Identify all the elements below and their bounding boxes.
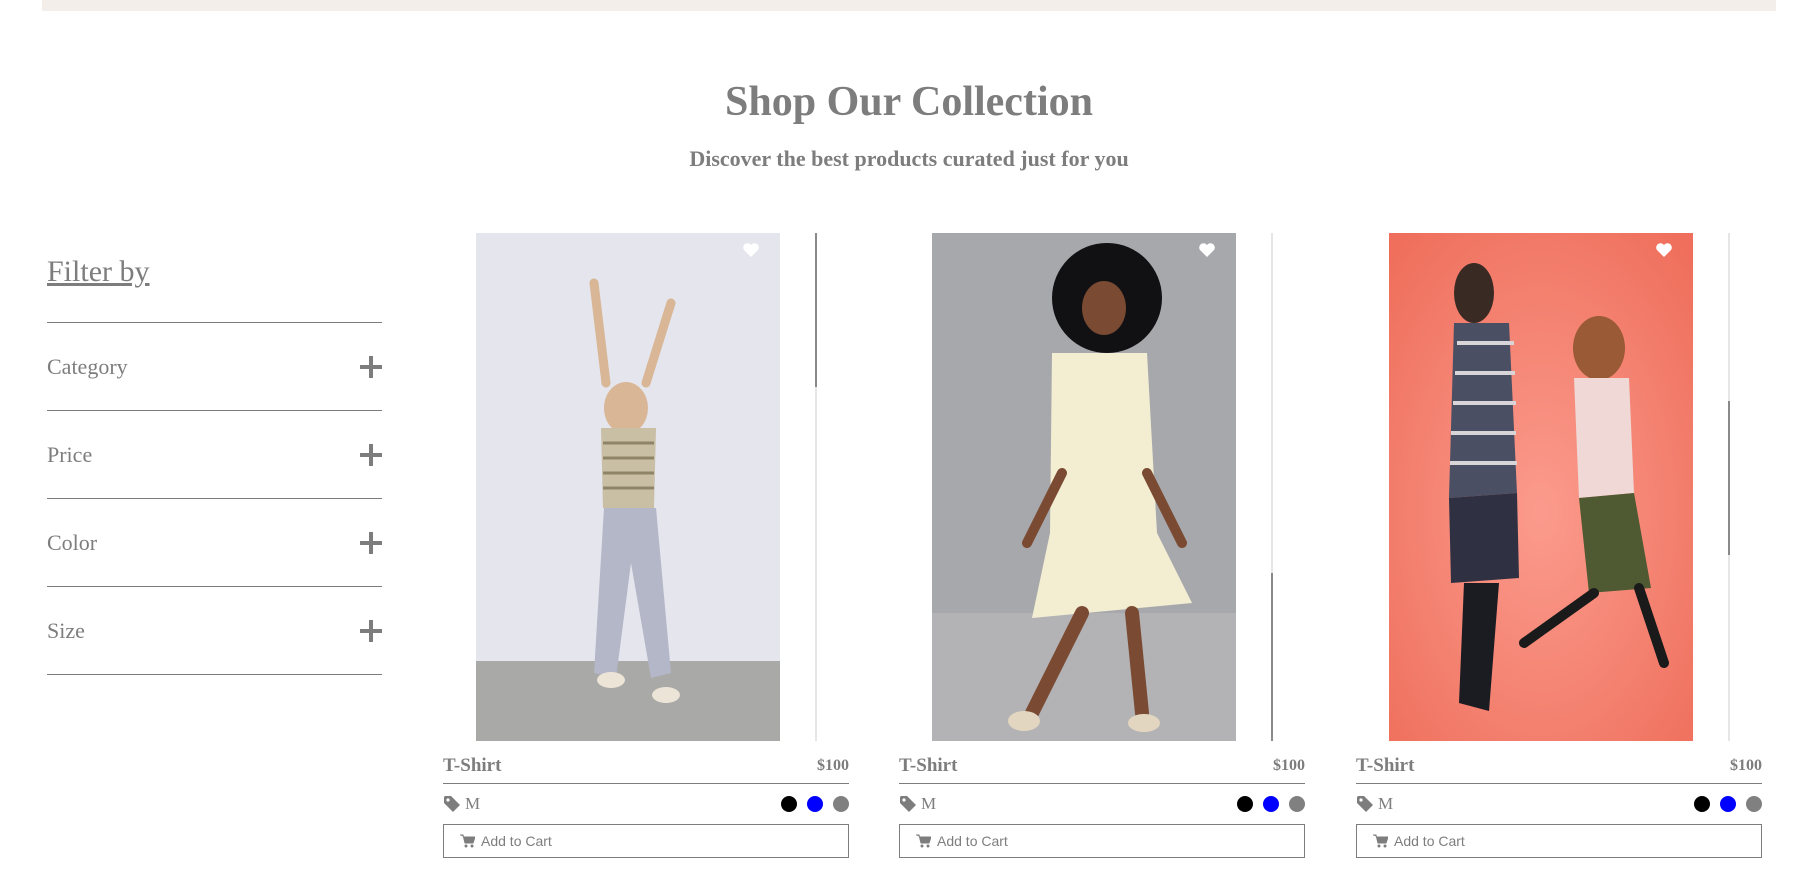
swatch-grey[interactable] xyxy=(833,796,849,812)
filter-sidebar: Filter by Category Price Color Size xyxy=(47,252,382,675)
product-card: T-Shirt $100 M Add to Cart xyxy=(1356,233,1762,858)
tag-icon xyxy=(1357,796,1373,812)
heart-icon[interactable] xyxy=(1655,242,1673,258)
swatch-black[interactable] xyxy=(1694,796,1710,812)
filter-color-label: Color xyxy=(47,529,98,555)
swatch-blue[interactable] xyxy=(1263,796,1279,812)
product-name-row: T-Shirt $100 xyxy=(443,749,849,784)
color-swatches xyxy=(1694,796,1762,812)
size-info: M xyxy=(1356,794,1393,814)
add-to-cart-label: Add to Cart xyxy=(481,833,552,849)
tag-icon xyxy=(444,796,460,812)
filter-title: Filter by xyxy=(47,255,150,288)
swatch-blue[interactable] xyxy=(1720,796,1736,812)
product-meta-row: M xyxy=(1356,784,1762,824)
add-to-cart-button[interactable]: Add to Cart xyxy=(899,824,1305,858)
swatch-grey[interactable] xyxy=(1746,796,1762,812)
product-card: T-Shirt $100 M Add to Cart xyxy=(443,233,849,858)
color-swatches xyxy=(1237,796,1305,812)
product-meta-row: M xyxy=(899,784,1305,824)
filter-list: Category Price Color Size xyxy=(47,322,382,675)
filter-size[interactable]: Size xyxy=(47,587,382,675)
product-image[interactable] xyxy=(1389,233,1693,741)
add-to-cart-label: Add to Cart xyxy=(937,833,1008,849)
image-scrollbar[interactable] xyxy=(1271,233,1273,741)
size-info: M xyxy=(899,794,936,814)
product-meta-row: M xyxy=(443,784,849,824)
color-swatches xyxy=(781,796,849,812)
page-subtitle: Discover the best products curated just … xyxy=(689,146,1129,171)
add-to-cart-label: Add to Cart xyxy=(1394,833,1465,849)
product-name-row: T-Shirt $100 xyxy=(899,749,1305,784)
product-image[interactable] xyxy=(476,233,780,741)
scrollbar-thumb[interactable] xyxy=(1271,573,1273,741)
product-size: M xyxy=(465,794,481,813)
product-card: T-Shirt $100 M Add to Cart xyxy=(899,233,1305,858)
product-price: $100 xyxy=(1730,757,1762,774)
scrollbar-thumb[interactable] xyxy=(1728,401,1730,555)
product-price: $100 xyxy=(1273,757,1305,774)
filter-category[interactable]: Category xyxy=(47,323,382,411)
top-banner-strip xyxy=(42,0,1776,11)
filter-color[interactable]: Color xyxy=(47,499,382,587)
swatch-black[interactable] xyxy=(781,796,797,812)
filter-price[interactable]: Price xyxy=(47,411,382,499)
product-name[interactable]: T-Shirt xyxy=(1356,755,1414,777)
plus-icon[interactable] xyxy=(360,443,382,466)
product-name[interactable]: T-Shirt xyxy=(443,755,501,777)
filter-size-label: Size xyxy=(47,617,85,643)
product-name-row: T-Shirt $100 xyxy=(1356,749,1762,784)
product-info: T-Shirt $100 M Add to Cart xyxy=(443,749,849,858)
swatch-blue[interactable] xyxy=(807,796,823,812)
scrollbar-thumb[interactable] xyxy=(815,233,817,387)
heart-icon[interactable] xyxy=(1198,242,1216,258)
product-size: M xyxy=(921,794,937,813)
page-title: Shop Our Collection xyxy=(725,79,1093,125)
tag-icon xyxy=(900,796,916,812)
image-scrollbar[interactable] xyxy=(815,233,817,741)
filter-category-label: Category xyxy=(47,353,128,379)
plus-icon[interactable] xyxy=(360,531,382,554)
add-to-cart-button[interactable]: Add to Cart xyxy=(443,824,849,858)
product-name[interactable]: T-Shirt xyxy=(899,755,957,777)
swatch-grey[interactable] xyxy=(1289,796,1305,812)
product-price: $100 xyxy=(817,757,849,774)
filter-price-label: Price xyxy=(47,441,93,467)
plus-icon[interactable] xyxy=(360,355,382,378)
product-info: T-Shirt $100 M Add to Cart xyxy=(899,749,1305,858)
product-size: M xyxy=(1378,794,1394,813)
swatch-black[interactable] xyxy=(1237,796,1253,812)
add-to-cart-button[interactable]: Add to Cart xyxy=(1356,824,1762,858)
cart-icon xyxy=(916,834,931,848)
product-image[interactable] xyxy=(932,233,1236,741)
plus-icon[interactable] xyxy=(360,619,382,642)
size-info: M xyxy=(443,794,480,814)
image-scrollbar[interactable] xyxy=(1728,233,1730,741)
heart-icon[interactable] xyxy=(742,242,760,258)
cart-icon xyxy=(460,834,475,848)
product-info: T-Shirt $100 M Add to Cart xyxy=(1356,749,1762,858)
cart-icon xyxy=(1373,834,1388,848)
